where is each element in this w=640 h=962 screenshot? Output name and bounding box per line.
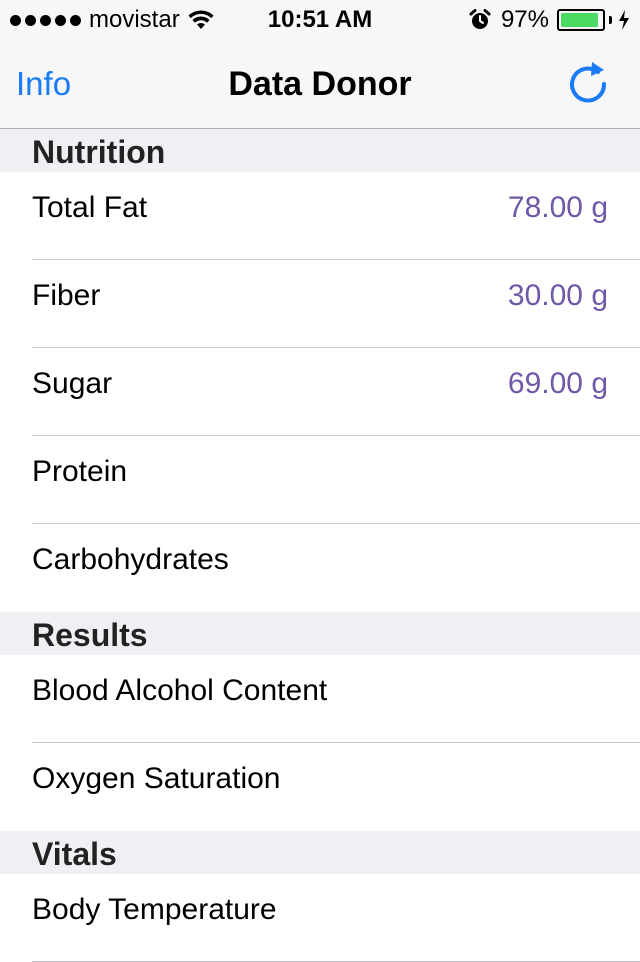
section-header-vitals: Vitals: [0, 831, 640, 874]
charging-bolt-icon: [619, 10, 629, 30]
table-row[interactable]: Carbohydrates: [0, 524, 640, 612]
table-row[interactable]: Blood Alcohol Content: [0, 655, 640, 743]
navigation-bar: Info Data Donor: [0, 40, 640, 129]
refresh-button[interactable]: [568, 60, 612, 106]
row-label: Total Fat: [32, 191, 148, 224]
refresh-icon: [570, 62, 607, 103]
battery-percentage: 97%: [500, 6, 549, 33]
status-bar: movistar 10:51 AM 97%: [0, 0, 640, 40]
row-label: Fiber: [32, 279, 101, 312]
row-label: Protein: [32, 455, 128, 488]
battery-tip: [609, 16, 612, 24]
battery-fill: [561, 13, 598, 27]
table-view[interactable]: Nutrition Total Fat 78.00 g Fiber 30.00 g Sug…: [0, 129, 640, 962]
table-row[interactable]: Sugar 69.00 g: [0, 348, 640, 436]
row-label: Sugar: [32, 367, 113, 400]
table-row[interactable]: Total Fat 78.00 g: [0, 172, 640, 260]
row-label: Blood Alcohol Content: [32, 674, 328, 707]
table-row[interactable]: Fiber 30.00 g: [0, 260, 640, 348]
table-row[interactable]: Protein: [0, 436, 640, 524]
section-header-nutrition: Nutrition: [0, 129, 640, 172]
row-label: Carbohydrates: [32, 543, 229, 576]
row-value: 78.00 g: [507, 191, 608, 224]
status-right: 97%: [469, 6, 630, 34]
row-value: 30.00 g: [507, 279, 608, 312]
row-value: 69.00 g: [507, 367, 608, 400]
alarm-clock-icon: [469, 9, 491, 29]
page-title: Data Donor: [228, 65, 412, 103]
section-header-results: Results: [0, 612, 640, 655]
row-label: Body Temperature: [32, 893, 277, 926]
row-label: Oxygen Saturation: [32, 762, 281, 795]
table-row[interactable]: Body Temperature: [0, 874, 640, 962]
table-row[interactable]: Oxygen Saturation: [0, 743, 640, 831]
battery-icon: [557, 9, 605, 31]
